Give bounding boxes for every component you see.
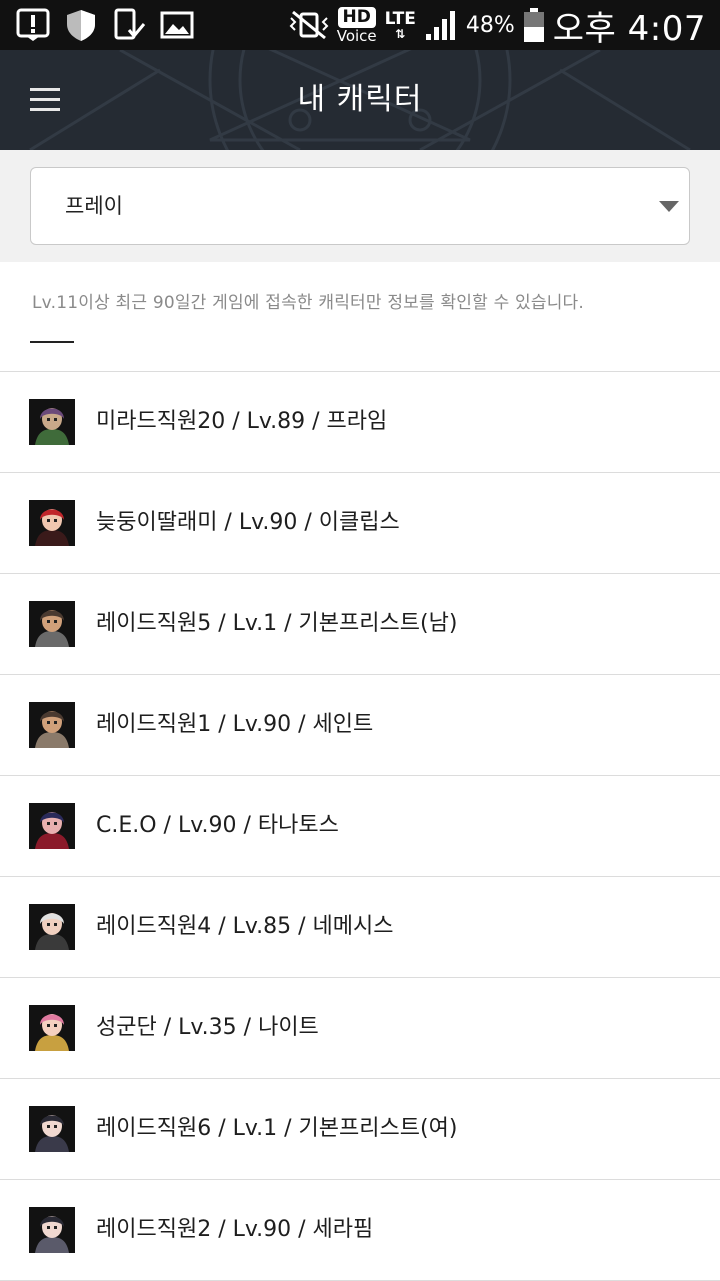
character-label: C.E.O / Lv.90 / 타나토스 <box>96 813 339 838</box>
system-indicators: HD Voice LTE ⇅ 48% 오후 4:07 <box>289 4 706 49</box>
server-select-dropdown[interactable]: 프레이 <box>30 167 690 245</box>
notice-text: Lv.11이상 최근 90일간 게임에 접속한 캐릭터만 정보를 확인할 수 있… <box>32 293 584 313</box>
notification-icons <box>16 8 194 42</box>
vibrate-mute-icon <box>289 10 329 40</box>
character-list: 미라드직원20 / Lv.89 / 프라임늦둥이딸래미 / Lv.90 / 이클… <box>0 371 720 1281</box>
filter-area: 프레이 <box>0 150 720 262</box>
character-label: 레이드직원6 / Lv.1 / 기본프리스트(여) <box>96 1116 458 1141</box>
hd-voice-indicator: HD Voice <box>336 6 377 45</box>
character-item[interactable]: 레이드직원5 / Lv.1 / 기본프리스트(남) <box>0 574 720 675</box>
lte-indicator: LTE ⇅ <box>384 8 416 41</box>
chevron-down-icon <box>659 201 679 212</box>
character-item[interactable]: 레이드직원2 / Lv.90 / 세라핌 <box>0 1180 720 1281</box>
character-label: 레이드직원1 / Lv.90 / 세인트 <box>96 712 374 737</box>
character-avatar <box>29 500 75 546</box>
app-header: 내 캐릭터 <box>0 50 720 150</box>
character-label: 미라드직원20 / Lv.89 / 프라임 <box>96 409 388 434</box>
voice-label: Voice <box>336 26 377 45</box>
battery-icon <box>523 8 544 42</box>
character-avatar <box>29 1106 75 1152</box>
character-avatar <box>29 1207 75 1253</box>
character-item[interactable]: C.E.O / Lv.90 / 타나토스 <box>0 776 720 877</box>
character-label: 레이드직원4 / Lv.85 / 네메시스 <box>96 914 394 939</box>
status-bar: HD Voice LTE ⇅ 48% 오후 4:07 <box>0 0 720 50</box>
alert-icon <box>16 8 50 41</box>
data-arrows-icon: ⇅ <box>395 26 406 41</box>
character-item[interactable]: 레이드직원4 / Lv.85 / 네메시스 <box>0 877 720 978</box>
character-label: 성군단 / Lv.35 / 나이트 <box>96 1015 319 1040</box>
shield-icon <box>67 10 95 41</box>
divider <box>30 341 74 343</box>
character-avatar <box>29 601 75 647</box>
character-avatar <box>29 803 75 849</box>
character-item[interactable]: 늦둥이딸래미 / Lv.90 / 이클립스 <box>0 473 720 574</box>
character-label: 늦둥이딸래미 / Lv.90 / 이클립스 <box>96 510 400 535</box>
page-title: 내 캐릭터 <box>297 82 423 117</box>
character-avatar <box>29 904 75 950</box>
server-select-value: 프레이 <box>65 194 123 218</box>
battery-percent: 48% <box>465 12 515 38</box>
character-label: 레이드직원2 / Lv.90 / 세라핌 <box>96 1217 374 1242</box>
phone-check-icon <box>114 8 146 40</box>
character-label: 레이드직원5 / Lv.1 / 기본프리스트(남) <box>96 611 458 636</box>
character-avatar <box>29 1005 75 1051</box>
clock: 오후 4:07 <box>552 8 706 49</box>
signal-icon <box>425 11 455 40</box>
character-item[interactable]: 레이드직원1 / Lv.90 / 세인트 <box>0 675 720 776</box>
image-icon <box>160 11 194 39</box>
lte-label: LTE <box>384 8 416 29</box>
character-item[interactable]: 레이드직원6 / Lv.1 / 기본프리스트(여) <box>0 1079 720 1180</box>
character-avatar <box>29 399 75 445</box>
character-avatar <box>29 702 75 748</box>
character-item[interactable]: 성군단 / Lv.35 / 나이트 <box>0 978 720 1079</box>
character-item[interactable]: 미라드직원20 / Lv.89 / 프라임 <box>0 372 720 473</box>
hd-label: HD <box>337 6 376 28</box>
